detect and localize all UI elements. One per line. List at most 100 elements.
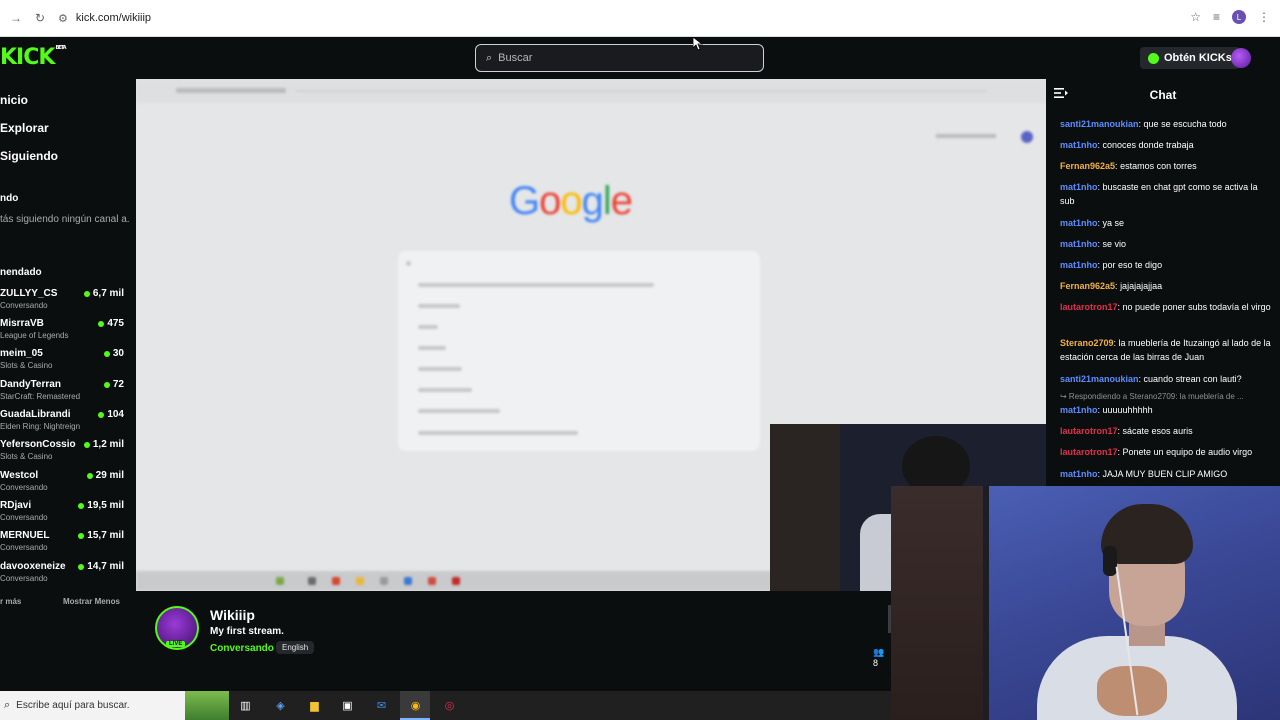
search-icon: ⌕ xyxy=(486,51,493,64)
chat-username[interactable]: lautarotron17 xyxy=(1060,426,1118,436)
google-letter: g xyxy=(581,179,604,223)
webcam-headset xyxy=(1103,546,1117,576)
channel-name: YefersonCossio xyxy=(0,439,76,450)
chat-message: santi21manoukian: que se escucha todo xyxy=(1060,117,1274,131)
forward-icon[interactable]: → xyxy=(8,10,24,26)
get-kicks-button[interactable]: Obtén KICKs xyxy=(1140,47,1240,69)
chat-message-text: cuando strean con lauti? xyxy=(1143,374,1242,384)
live-dot-icon xyxy=(86,472,93,479)
chat-username[interactable]: mat1nho xyxy=(1060,405,1098,415)
chat-username[interactable]: mat1nho xyxy=(1060,140,1098,150)
chat-username[interactable]: lautarotron17 xyxy=(1060,302,1118,312)
windows-taskbar: ⌕ Escribe aquí para buscar. ▥ ◈ ▆ ▣ ✉ ◉ … xyxy=(0,691,891,720)
google-letter: o xyxy=(539,179,561,223)
kick-logo[interactable]: KICKBETA xyxy=(0,45,67,70)
user-avatar[interactable] xyxy=(1231,48,1251,68)
chat-username[interactable]: santi21manoukian xyxy=(1060,119,1139,129)
viewer-count-text: 6,7 mil xyxy=(92,288,124,299)
chat-message-text: estamos con torres xyxy=(1120,161,1197,171)
live-dot-icon xyxy=(103,350,110,357)
mouse-cursor-icon xyxy=(693,37,703,51)
task-view-icon[interactable]: ▥ xyxy=(237,697,254,714)
chrome-icon[interactable]: ◉ xyxy=(407,697,424,714)
url-text: kick.com/wikiiip xyxy=(75,12,152,24)
chat-panel: Chat santi21manoukian: que se escucha to… xyxy=(1046,79,1280,486)
recommended-channel[interactable]: YefersonCossio Slots & Casino 1,2 mil xyxy=(0,439,128,469)
chat-message-text: sácate esos auris xyxy=(1122,426,1193,436)
live-dot-icon xyxy=(78,502,85,509)
channel-name[interactable]: Wikiiip xyxy=(210,607,255,623)
chat-username[interactable]: Fernan962a5 xyxy=(1060,281,1115,291)
sidebar-item-home[interactable]: nicio xyxy=(0,93,28,107)
recommended-channel[interactable]: DandyTerran StarCraft: Remastered 72 xyxy=(0,379,128,409)
show-less-link[interactable]: Mostrar Menos xyxy=(63,597,120,606)
viewer-count-text: 14,7 mil xyxy=(87,561,124,572)
recommended-channel[interactable]: meim_05 Slots & Casino 30 xyxy=(0,348,128,378)
language-tag[interactable]: English xyxy=(276,641,315,654)
channel-name: ZULLYY_CS xyxy=(0,288,58,299)
recommended-channel[interactable]: GuadaLibrandi Elden Ring: Nightreign 104 xyxy=(0,409,128,439)
sidebar-item-following[interactable]: Siguiendo xyxy=(0,149,58,163)
chat-username[interactable]: Fernan962a5 xyxy=(1060,161,1115,171)
recording-app-icon[interactable]: ◎ xyxy=(441,697,458,714)
recommended-channel[interactable]: ZULLYY_CS Conversando 6,7 mil xyxy=(0,288,128,318)
search-input[interactable] xyxy=(498,52,739,64)
live-dot-icon xyxy=(83,290,90,297)
suggestion-line xyxy=(418,283,654,287)
chat-message: lautarotron17: no puede poner subs todav… xyxy=(1060,300,1274,314)
chat-message: Sterano2709: la mueblería de Ituzaingó a… xyxy=(1060,336,1274,364)
store-icon[interactable]: ▣ xyxy=(339,697,356,714)
chat-message-text: conoces donde trabaja xyxy=(1102,140,1194,150)
viewer-count-text: 1,2 mil xyxy=(92,439,124,450)
chat-username[interactable]: Sterano2709 xyxy=(1060,338,1114,348)
stream-google-links xyxy=(936,134,996,138)
profile-avatar[interactable]: L xyxy=(1232,10,1246,24)
stream-bar-line xyxy=(296,90,986,92)
chat-message: lautarotron17: Ponete un equipo de audio… xyxy=(1060,445,1274,459)
recommended-channel[interactable]: Westcol Conversando 29 mil xyxy=(0,470,128,500)
channel-name: DandyTerran xyxy=(0,379,61,390)
chat-username[interactable]: mat1nho xyxy=(1060,469,1098,479)
chat-message: mat1nho: uuuuuhhhhh xyxy=(1060,403,1274,417)
chat-username[interactable]: santi21manoukian xyxy=(1060,374,1139,384)
chat-message-text: uuuuuhhhhh xyxy=(1102,405,1153,415)
viewer-count: 72 xyxy=(103,379,124,390)
taskbar-search[interactable]: ⌕ Escribe aquí para buscar. xyxy=(0,691,185,720)
chat-username[interactable]: mat1nho xyxy=(1060,182,1098,192)
google-letter: o xyxy=(560,179,582,223)
chat-message: mat1nho: buscaste en chat gpt como se ac… xyxy=(1060,180,1274,208)
address-bar[interactable]: ⚙ kick.com/wikiiip xyxy=(58,5,1198,31)
recommended-channel[interactable]: MERNUEL Conversando 15,7 mil xyxy=(0,530,128,560)
live-dot-icon xyxy=(83,441,90,448)
chat-reply-note: ↪ Respondiendo a Sterano2709: la muebler… xyxy=(1060,392,1244,401)
recommended-channel[interactable]: RDjavi Conversando 19,5 mil xyxy=(0,500,128,530)
stream-category[interactable]: Conversando xyxy=(210,643,274,654)
stream-taskbar-app xyxy=(404,577,412,585)
chat-username[interactable]: lautarotron17 xyxy=(1060,447,1118,457)
google-letter: G xyxy=(509,179,540,223)
sidebar-item-explore[interactable]: Explorar xyxy=(0,121,49,135)
viewer-count: 29 mil xyxy=(86,470,124,481)
viewer-count: 475 xyxy=(98,318,124,329)
suggestion-search-icon xyxy=(406,261,411,266)
browser-toolbar: → ↻ ⚙ kick.com/wikiiip ☆ ≡ L ⋮ xyxy=(0,0,1280,37)
webcam-door xyxy=(891,486,987,720)
recommended-channel[interactable]: MisrraVB League of Legends 475 xyxy=(0,318,128,348)
mail-icon[interactable]: ✉ xyxy=(373,697,390,714)
chat-username[interactable]: mat1nho xyxy=(1060,239,1098,249)
search-box[interactable]: ⌕ xyxy=(475,44,764,72)
reload-icon[interactable]: ↻ xyxy=(32,10,48,26)
viewer-count-text: 15,7 mil xyxy=(87,530,124,541)
bookmark-star-icon[interactable]: ☆ xyxy=(1190,10,1201,24)
live-dot-icon xyxy=(98,411,105,418)
chat-username[interactable]: mat1nho xyxy=(1060,260,1098,270)
chat-username[interactable]: mat1nho xyxy=(1060,218,1098,228)
stream-taskbar-app xyxy=(276,577,284,585)
show-more-link[interactable]: r más xyxy=(0,597,21,606)
site-settings-icon[interactable]: ⚙ xyxy=(58,12,68,25)
menu-dots-icon[interactable]: ⋮ xyxy=(1258,10,1270,24)
recommended-channel[interactable]: davooxeneize Conversando 14,7 mil xyxy=(0,561,128,591)
copilot-icon[interactable]: ◈ xyxy=(272,697,289,714)
file-explorer-icon[interactable]: ▆ xyxy=(306,697,323,714)
extensions-icon[interactable]: ≡ xyxy=(1213,10,1220,24)
